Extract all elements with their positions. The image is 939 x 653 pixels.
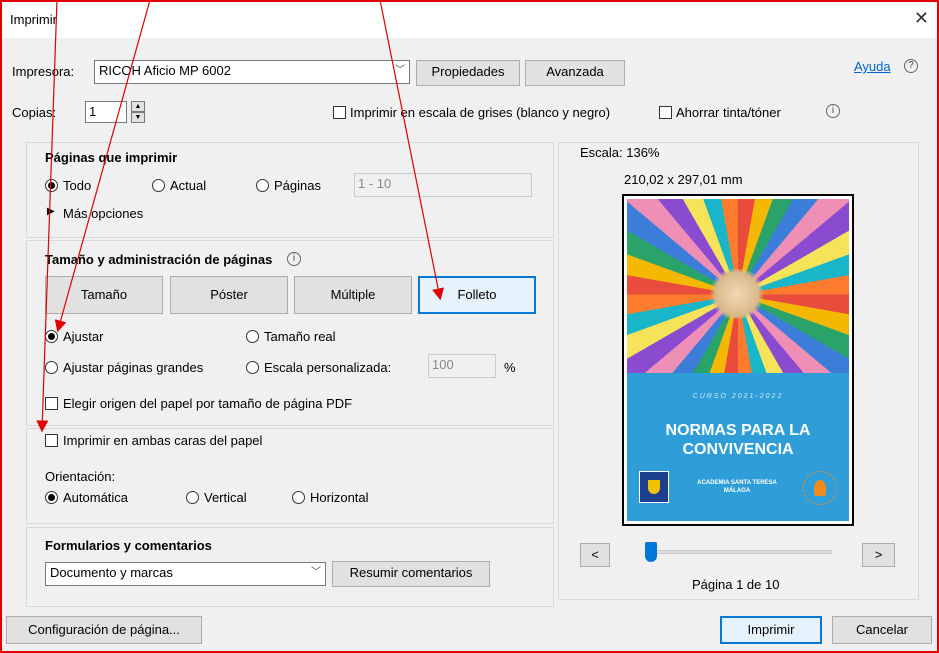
copies-input[interactable]: 1 [85, 101, 127, 123]
cover-school-line-2: MÁLAGA [723, 488, 751, 494]
pages-heading: Páginas que imprimir [45, 150, 178, 165]
orientation-horizontal-radio[interactable] [292, 491, 305, 504]
paper-source-checkbox[interactable] [45, 397, 58, 410]
orientation-label: Orientación: [45, 469, 116, 484]
sizing-heading: Tamaño y administración de páginas [45, 252, 273, 267]
tab-poster[interactable]: Póster [170, 276, 288, 314]
orientation-auto-label: Automática [63, 490, 129, 505]
shrink-label: Ajustar páginas grandes [63, 360, 204, 375]
page-preview: CURSO 2021-2022 NORMAS PARA LA CONVIVENC… [622, 194, 854, 526]
pages-range-radio[interactable] [256, 179, 269, 192]
percent-label: % [504, 360, 516, 375]
save-ink-label: Ahorrar tinta/tóner [676, 105, 781, 120]
cover-title-line-2: CONVIVENCIA [682, 441, 794, 458]
duplex-checkbox[interactable] [45, 434, 58, 447]
cover-curso: CURSO 2021-2022 [692, 393, 784, 400]
print-button[interactable]: Imprimir [720, 616, 822, 644]
custom-scale-radio[interactable] [246, 361, 259, 374]
custom-scale-label: Escala personalizada: [264, 360, 392, 375]
copies-up-icon[interactable]: ▲ [131, 101, 145, 112]
page-setup-button[interactable]: Configuración de página... [6, 616, 202, 644]
actual-size-label: Tamaño real [264, 329, 336, 344]
school-logo-icon [803, 471, 837, 505]
close-icon[interactable]: ✕ [914, 8, 929, 29]
cover-school: ACADEMIA SANTA TERESA MÁLAGA [677, 479, 797, 495]
grayscale-checkbox[interactable] [333, 106, 346, 119]
copies-label: Copias: [12, 105, 57, 120]
printer-label: Impresora: [12, 64, 75, 79]
pages-current-radio[interactable] [152, 179, 165, 192]
caret-right-icon[interactable]: ▶ [47, 206, 55, 217]
pages-all-radio[interactable] [45, 179, 58, 192]
chevron-down-icon: ﹀ [395, 65, 405, 76]
fit-label: Ajustar [63, 329, 104, 344]
previous-page-button[interactable]: < [580, 543, 610, 567]
cover-image: CURSO 2021-2022 NORMAS PARA LA CONVIVENC… [627, 199, 849, 521]
orientation-horizontal-label: Horizontal [310, 490, 369, 505]
sizing-info-icon[interactable]: i [287, 252, 301, 266]
info-icon[interactable]: i [826, 104, 840, 118]
actual-size-radio[interactable] [246, 330, 259, 343]
help-link[interactable]: Ayuda [854, 59, 891, 74]
orientation-vertical-radio[interactable] [186, 491, 199, 504]
forms-select[interactable]: Documento y marcas ﹀ [45, 562, 326, 586]
cover-title-line-1: NORMAS PARA LA [665, 422, 811, 439]
shrink-radio[interactable] [45, 361, 58, 374]
pages-current-label: Actual [170, 178, 207, 193]
page-info: Página 1 de 10 [692, 577, 780, 592]
custom-scale-input[interactable]: 100 [428, 354, 496, 378]
tab-size[interactable]: Tamaño [45, 276, 163, 314]
advanced-button[interactable]: Avanzada [525, 60, 625, 86]
printer-select-value: RICOH Aficio MP 6002 [99, 63, 231, 78]
help-icon[interactable]: ? [904, 59, 918, 73]
fit-radio[interactable] [45, 330, 58, 343]
pencil-center [707, 269, 767, 319]
summarize-comments-button[interactable]: Resumir comentarios [332, 561, 490, 587]
school-crest-icon [639, 471, 669, 503]
cover-school-line-1: ACADEMIA SANTA TERESA [697, 480, 777, 486]
colored-pencils-image [627, 199, 849, 373]
page-slider[interactable] [652, 550, 832, 554]
pages-all-label: Todo [63, 178, 92, 193]
cancel-button[interactable]: Cancelar [832, 616, 932, 644]
window-title: Imprimir [10, 12, 57, 27]
page-slider-thumb[interactable] [645, 542, 657, 562]
preview-scale: Escala: 136% [580, 145, 660, 160]
tab-multiple[interactable]: Múltiple [294, 276, 412, 314]
tab-booklet[interactable]: Folleto [418, 276, 536, 314]
chevron-down-icon: ﹀ [311, 567, 321, 578]
forms-heading: Formularios y comentarios [45, 538, 212, 553]
orientation-vertical-label: Vertical [204, 490, 247, 505]
printer-select[interactable]: RICOH Aficio MP 6002 ﹀ [94, 60, 410, 84]
duplex-label: Imprimir en ambas caras del papel [63, 433, 263, 448]
forms-select-value: Documento y marcas [50, 565, 173, 580]
grayscale-label: Imprimir en escala de grises (blanco y n… [350, 105, 611, 120]
cover-title: NORMAS PARA LA CONVIVENCIA [627, 421, 849, 459]
next-page-button[interactable]: > [862, 543, 895, 567]
paper-source-label: Elegir origen del papel por tamaño de pá… [63, 396, 353, 411]
more-options-link[interactable]: Más opciones [63, 206, 143, 221]
title-bar: Imprimir ✕ [2, 2, 937, 38]
orientation-auto-radio[interactable] [45, 491, 58, 504]
pages-range-label: Páginas [274, 178, 321, 193]
save-ink-checkbox[interactable] [659, 106, 672, 119]
properties-button[interactable]: Propiedades [416, 60, 520, 86]
copies-down-icon[interactable]: ▼ [131, 112, 145, 123]
preview-dimensions: 210,02 x 297,01 mm [624, 172, 743, 187]
pages-range-input[interactable]: 1 - 10 [354, 173, 532, 197]
cover-blue-band: CURSO 2021-2022 NORMAS PARA LA CONVIVENC… [627, 373, 849, 521]
print-dialog: Imprimir ✕ Impresora: RICOH Aficio MP 60… [0, 0, 939, 653]
